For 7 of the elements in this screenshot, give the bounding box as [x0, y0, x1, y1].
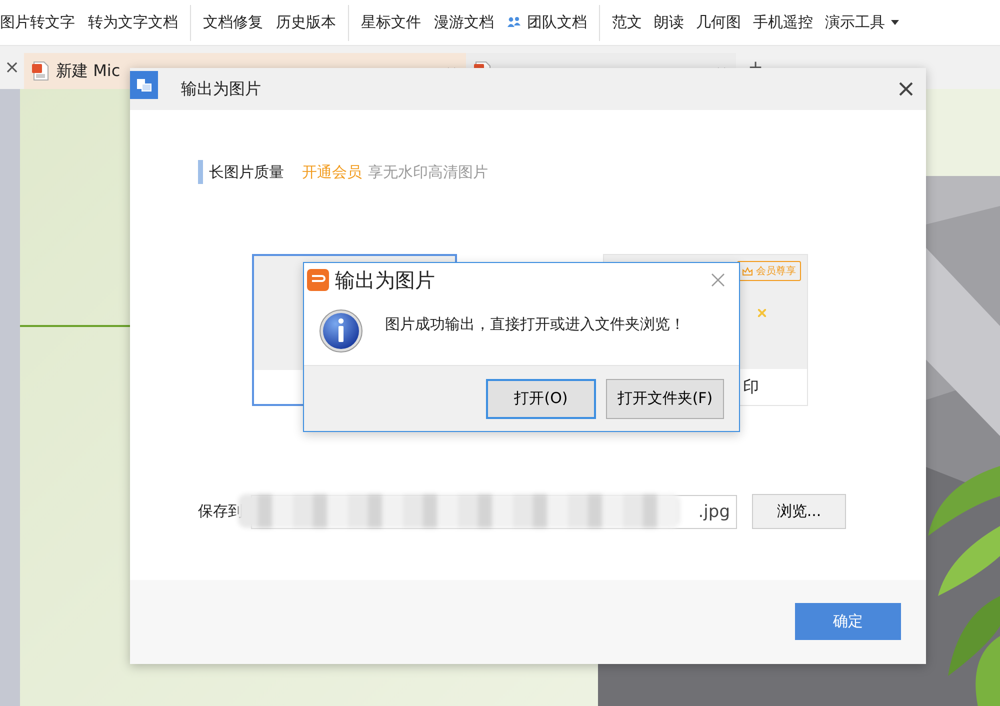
quality-label: 长图片质量 — [209, 162, 284, 182]
promo-text: 享无水印高清图片 — [368, 162, 488, 182]
save-label: 保存到 — [198, 502, 243, 521]
dialog-title: 输出为图片 — [181, 78, 261, 100]
message-title: 输出为图片 — [335, 266, 435, 294]
option-label: 印 — [743, 376, 759, 398]
message-text: 图片成功输出，直接打开或进入文件夹浏览！ — [385, 314, 685, 334]
